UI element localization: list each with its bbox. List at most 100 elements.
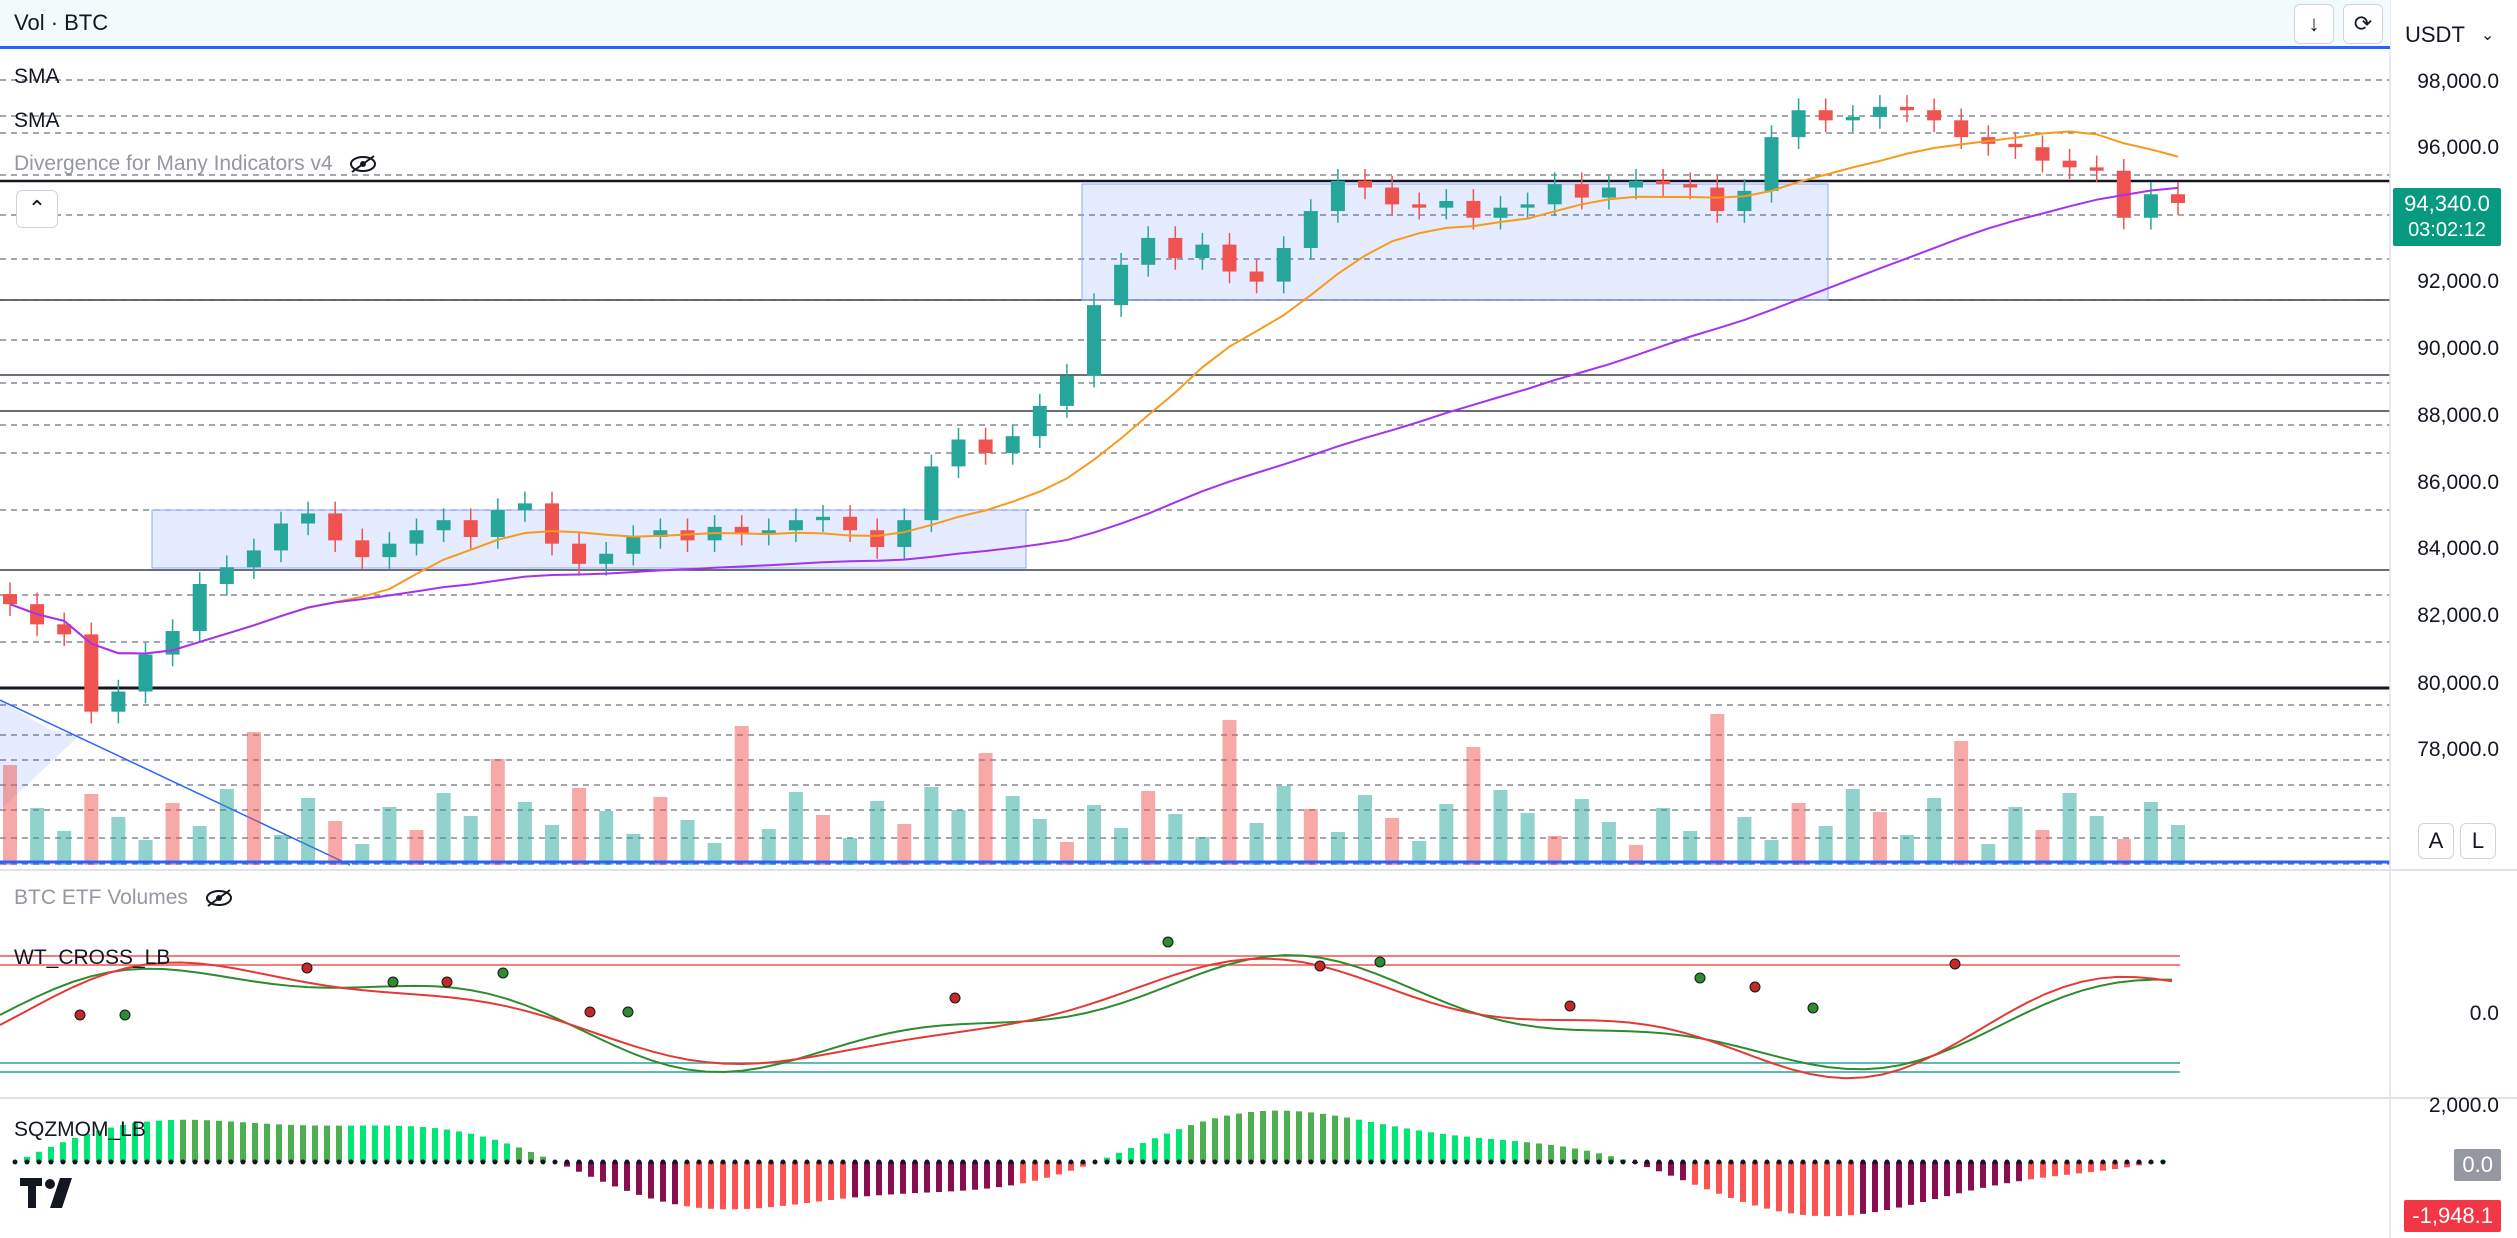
collapse-chevron-button[interactable]: ⌃	[16, 190, 58, 228]
sqz-dot	[1932, 1159, 1938, 1165]
currency-selector[interactable]: USDT ⌄	[2397, 10, 2515, 60]
sqz-dot	[324, 1159, 330, 1165]
sqz-bar	[1728, 1162, 1734, 1198]
sqz-dot	[948, 1159, 954, 1165]
wt-cross-dot	[119, 1009, 131, 1021]
volume-bar	[734, 726, 749, 865]
volume-bar	[924, 787, 939, 865]
volume-bar	[1330, 832, 1345, 865]
sqz-dot	[1548, 1159, 1554, 1165]
sqz-bar	[1944, 1162, 1950, 1197]
sqz-dot	[636, 1159, 642, 1165]
wt-cross-dot	[497, 967, 509, 979]
sqz-dot	[1884, 1159, 1890, 1165]
price-axis-label: 78,000.0	[2417, 738, 2499, 761]
divergence-label[interactable]: Divergence for Many Indicators v4	[14, 152, 378, 176]
down-arrow-icon[interactable]: ↓	[2294, 4, 2334, 44]
wt-cross-dot	[1749, 981, 1761, 993]
wt-cross-dot	[1314, 960, 1326, 972]
candle-body	[951, 439, 966, 467]
sqz-dot	[348, 1159, 354, 1165]
sqz-bar	[1716, 1162, 1722, 1194]
sqz-bar	[1824, 1162, 1830, 1217]
sma-label-1[interactable]: SMA	[14, 65, 60, 89]
sqz-bar	[1308, 1112, 1314, 1162]
volume-bar	[463, 816, 478, 865]
sync-icon[interactable]: ⟳	[2343, 4, 2383, 44]
sqz-bar	[912, 1162, 918, 1194]
sqz-bar	[1140, 1143, 1146, 1162]
sqz-dot	[1404, 1159, 1410, 1165]
volume-bar	[1439, 804, 1454, 865]
sqz-bar	[972, 1162, 978, 1190]
volume-bar	[246, 732, 261, 865]
sma-label-2[interactable]: SMA	[14, 109, 60, 133]
sqz-bar	[1920, 1162, 1926, 1203]
sqz-dot	[1320, 1159, 1326, 1165]
sqz-dot	[1776, 1159, 1782, 1165]
sqz-bar	[1872, 1162, 1878, 1213]
sqz-dot	[504, 1159, 510, 1165]
sqz-bar	[1020, 1162, 1026, 1184]
chart-canvas[interactable]	[0, 0, 2517, 1238]
sqz-dot	[1908, 1159, 1914, 1165]
wt-cross-label[interactable]: WT_CROSS_LB	[14, 946, 170, 970]
sqz-bar	[336, 1125, 342, 1162]
log-scale-button[interactable]: L	[2460, 823, 2496, 859]
wt-cross-dot	[1162, 936, 1174, 948]
etf-volumes-label[interactable]: BTC ETF Volumes	[14, 886, 234, 910]
sqz-dot	[288, 1159, 294, 1165]
candle-body	[219, 567, 234, 584]
volume-bar	[545, 825, 559, 865]
sqz-dot	[1680, 1159, 1686, 1165]
sqz-bar	[1320, 1113, 1326, 1162]
volume-bar	[1845, 789, 1860, 865]
hidden-eye-icon[interactable]	[204, 888, 234, 908]
sqz-dot	[1800, 1159, 1806, 1165]
sqz-bar	[1260, 1111, 1266, 1162]
sqz-bar	[468, 1133, 474, 1162]
sqz-dot	[2160, 1159, 2166, 1165]
sqz-dot	[384, 1159, 390, 1165]
sqz-bar	[396, 1125, 402, 1162]
volume-bar	[1493, 790, 1508, 865]
sqzmom-label[interactable]: SQZMOM_LB	[14, 1118, 146, 1142]
sqz-dot	[1560, 1159, 1566, 1165]
sqz-dot	[756, 1159, 762, 1165]
sqz-dot	[540, 1159, 546, 1165]
price-axis-label: 86,000.0	[2417, 471, 2499, 494]
sqz-dot	[744, 1159, 750, 1165]
sqz-dot	[1080, 1159, 1086, 1165]
sqz-dot	[468, 1159, 474, 1165]
sqz-dot	[1740, 1159, 1746, 1165]
sqz-dot	[2028, 1159, 2034, 1165]
sqz-dot	[276, 1159, 282, 1165]
price-axis-label: 80,000.0	[2417, 672, 2499, 695]
hidden-eye-icon[interactable]	[348, 154, 378, 174]
sqz-bar	[288, 1124, 294, 1162]
sqz-dot	[840, 1159, 846, 1165]
sqz-bar	[1212, 1118, 1218, 1162]
volume-bar	[1656, 808, 1671, 865]
wt-cross-dot	[387, 976, 399, 988]
sqz-last-value-badge: -1,948.1	[2404, 1200, 2501, 1232]
wt-cross-pane	[0, 936, 2180, 1080]
candle-body	[545, 503, 559, 544]
price-axis-label: 82,000.0	[2417, 604, 2499, 627]
sqz-top-label: 2,000.0	[2428, 1094, 2499, 1117]
sqz-dot	[624, 1159, 630, 1165]
sqz-bar	[276, 1124, 282, 1162]
sqz-bar	[600, 1162, 606, 1182]
sqz-bar	[168, 1119, 174, 1162]
sqz-dot	[456, 1159, 462, 1165]
sqz-bar	[444, 1129, 450, 1162]
price-pane	[0, 0, 2517, 1238]
auto-scale-button[interactable]: A	[2418, 823, 2454, 859]
sqz-dot	[696, 1159, 702, 1165]
candle-body	[626, 536, 641, 554]
sqz-dot	[1980, 1159, 1986, 1165]
candle-body	[517, 503, 532, 511]
sqz-bar	[1344, 1117, 1350, 1162]
sqz-dot	[156, 1159, 162, 1165]
sqz-bar	[156, 1120, 162, 1162]
